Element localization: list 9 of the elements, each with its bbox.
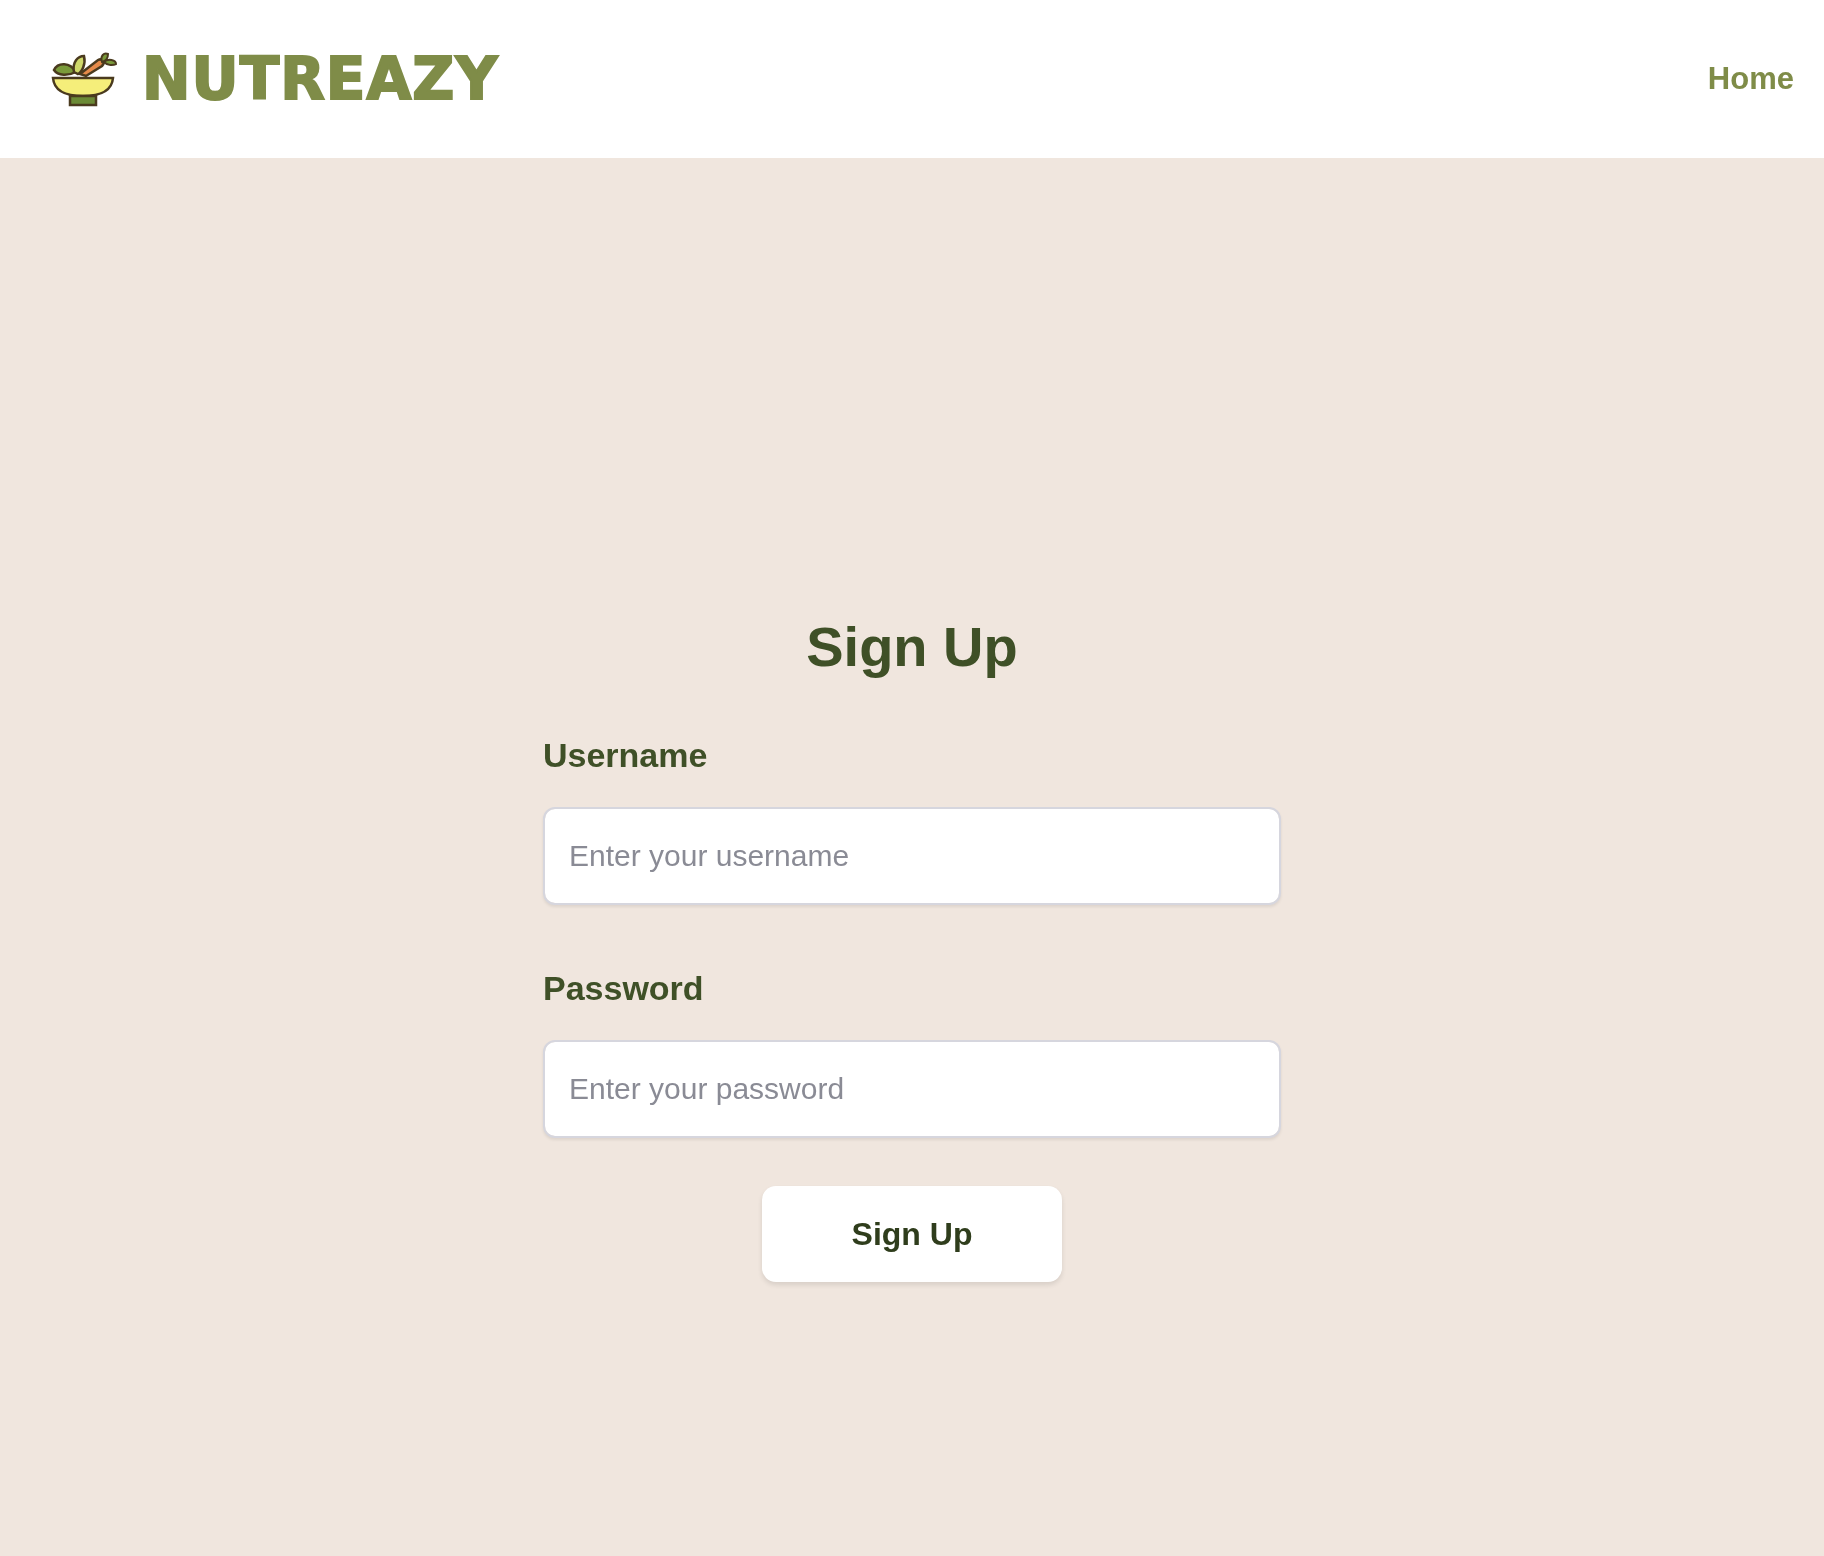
sign-up-button[interactable]: Sign Up [762, 1186, 1062, 1283]
form-title: Sign Up [805, 614, 1019, 680]
brand-name: NUTREAZY [142, 43, 499, 115]
nav-link[interactable]: Home [1707, 55, 1794, 103]
field-label: Username [543, 735, 709, 777]
salad-bowl-icon [50, 50, 118, 108]
field-label: Password [543, 968, 705, 1010]
input-field[interactable]: Enter your username [543, 807, 1281, 906]
input-field[interactable]: Enter your password [543, 1040, 1281, 1139]
